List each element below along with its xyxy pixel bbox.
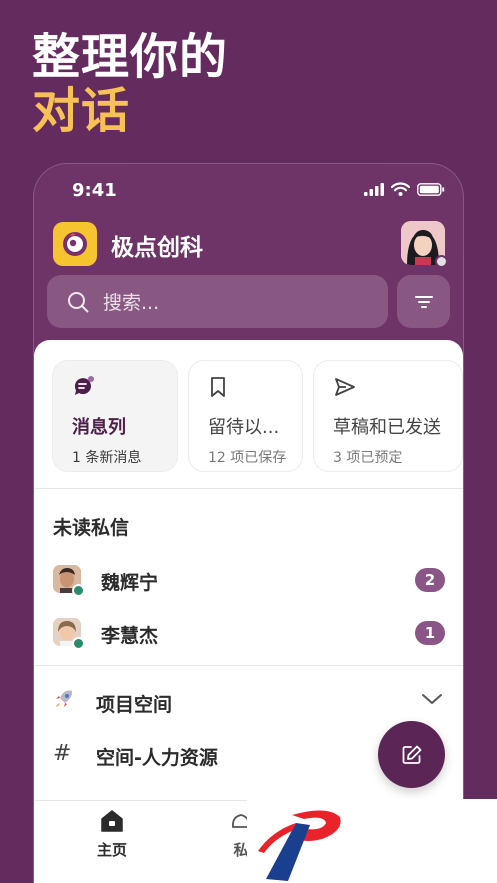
unread-dms-label: 未读私信 bbox=[53, 517, 130, 539]
signal-icon bbox=[364, 182, 384, 196]
headline-line1: 整理你的 bbox=[32, 29, 229, 85]
filter-icon bbox=[414, 295, 433, 308]
user-avatar[interactable] bbox=[401, 221, 448, 268]
workspace-logo-icon[interactable] bbox=[53, 222, 97, 266]
home-icon bbox=[101, 810, 123, 832]
compose-icon bbox=[402, 745, 421, 764]
tab-home[interactable]: 主页 bbox=[72, 809, 152, 860]
dm-row[interactable]: 魏辉宁 2 bbox=[34, 558, 463, 602]
card-subtitle: 3 项已预定 bbox=[333, 450, 403, 466]
chevron-down-icon[interactable] bbox=[421, 692, 443, 706]
phone-frame: 9:41 极点创科 搜索... 消息列 1 条新消息 留待以... 12 项已保… bbox=[33, 163, 464, 883]
card-drafts[interactable]: 草稿和已发送 3 项已预定 bbox=[313, 360, 463, 472]
bookmark-icon bbox=[211, 377, 225, 397]
unread-badge: 2 bbox=[415, 568, 445, 592]
divider bbox=[34, 665, 463, 666]
search-placeholder: 搜索... bbox=[103, 292, 160, 314]
online-indicator bbox=[72, 637, 85, 650]
quick-cards: 消息列 1 条新消息 留待以... 12 项已保存 草稿和已发送 3 项已预定 bbox=[52, 360, 463, 472]
online-indicator bbox=[72, 584, 85, 597]
card-title: 草稿和已发送 bbox=[333, 417, 441, 438]
dm-name: 魏辉宁 bbox=[101, 572, 159, 594]
card-activity[interactable]: 消息列 1 条新消息 bbox=[52, 360, 178, 472]
card-title: 消息列 bbox=[72, 417, 126, 438]
watermark-logo bbox=[247, 799, 497, 883]
channel-name: 空间-人力资源 bbox=[96, 747, 218, 769]
message-list-icon bbox=[74, 376, 94, 395]
workspace-name[interactable]: 极点创科 bbox=[111, 228, 203, 262]
rocket-icon bbox=[53, 688, 75, 716]
card-subtitle: 1 条新消息 bbox=[72, 450, 142, 466]
search-icon bbox=[68, 291, 89, 312]
status-time: 9:41 bbox=[72, 180, 117, 201]
tab-label: 主页 bbox=[96, 841, 127, 859]
battery-icon bbox=[417, 182, 445, 196]
compose-button[interactable] bbox=[378, 721, 445, 788]
filter-button[interactable] bbox=[397, 275, 450, 328]
divider bbox=[34, 488, 463, 489]
channel-name: 项目空间 bbox=[96, 694, 173, 716]
hash-icon: # bbox=[53, 741, 72, 766]
presence-indicator bbox=[435, 255, 448, 268]
wifi-icon bbox=[391, 182, 410, 196]
card-saved[interactable]: 留待以... 12 项已保存 bbox=[188, 360, 303, 472]
card-subtitle: 12 项已保存 bbox=[208, 450, 287, 466]
unread-badge: 1 bbox=[415, 621, 445, 645]
search-input[interactable]: 搜索... bbox=[47, 275, 388, 328]
channel-row[interactable]: 项目空间 bbox=[34, 682, 463, 722]
dm-name: 李慧杰 bbox=[101, 625, 159, 647]
headline-line2: 对话 bbox=[32, 83, 131, 139]
status-bar: 9:41 bbox=[34, 164, 463, 214]
send-icon bbox=[335, 378, 355, 396]
status-icons bbox=[364, 182, 445, 196]
headline: 整理你的 对话 bbox=[32, 30, 228, 138]
card-title: 留待以... bbox=[208, 417, 280, 438]
dm-row[interactable]: 李慧杰 1 bbox=[34, 611, 463, 655]
